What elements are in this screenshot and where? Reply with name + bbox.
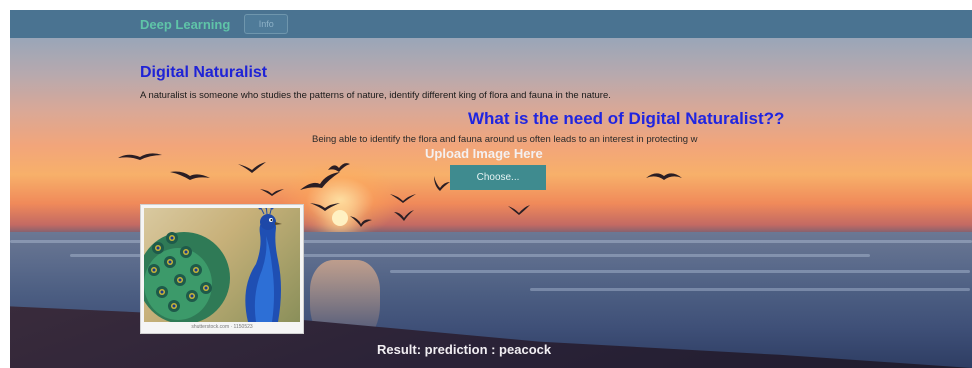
app-frame: Deep Learning Info Digital Naturalist A … xyxy=(10,10,972,368)
bird-silhouette-icon xyxy=(390,194,416,203)
need-heading: What is the need of Digital Naturalist?? xyxy=(468,109,785,128)
sea-wave xyxy=(530,288,970,291)
prediction-result: Result: prediction : peacock xyxy=(377,342,552,357)
navbar-brand[interactable]: Deep Learning xyxy=(140,17,230,32)
navbar-menu-button[interactable]: Info xyxy=(244,14,289,34)
bird-silhouette-icon xyxy=(170,171,210,180)
sun xyxy=(332,210,348,226)
choose-file-button[interactable]: Choose... xyxy=(450,165,546,190)
bird-silhouette-icon xyxy=(260,189,284,196)
intro-text: A naturalist is someone who studies the … xyxy=(140,90,611,101)
page-title: Digital Naturalist xyxy=(140,64,268,81)
bird-silhouette-icon xyxy=(508,205,530,215)
bird-silhouette-icon xyxy=(118,153,162,160)
sea-wave xyxy=(390,270,970,273)
bird-silhouette-icon xyxy=(310,203,340,211)
bird-silhouette-icon xyxy=(300,172,340,190)
need-text: Being able to identify the flora and fau… xyxy=(312,134,698,145)
upload-label: Upload Image Here xyxy=(425,146,543,161)
navbar: Deep Learning Info xyxy=(10,10,972,38)
bird-silhouette-icon xyxy=(328,163,350,172)
bird-silhouette-icon xyxy=(394,210,414,221)
peacock-image xyxy=(144,208,300,322)
bird-silhouette-icon xyxy=(238,162,266,173)
peacock-illustration xyxy=(144,208,282,322)
bird-silhouette-icon xyxy=(646,173,682,180)
uploaded-image-preview: shutterstock.com · 1150523 xyxy=(140,204,304,334)
bird-silhouette-icon xyxy=(350,216,372,227)
image-caption: shutterstock.com · 1150523 xyxy=(191,324,253,330)
bird-silhouette-icon xyxy=(434,176,450,191)
